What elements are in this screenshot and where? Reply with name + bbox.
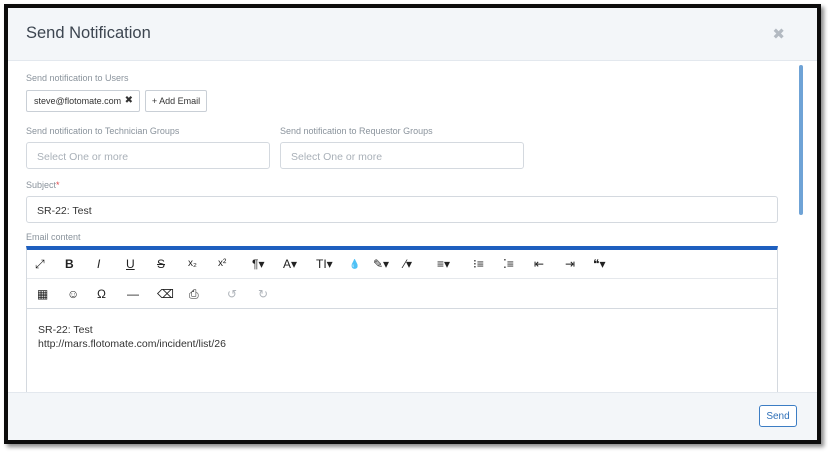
add-email-button[interactable]: + Add Email bbox=[145, 90, 207, 112]
subject-label: Subject* bbox=[26, 180, 60, 190]
undo-icon[interactable]: ↺ bbox=[227, 287, 237, 301]
font-family-icon[interactable]: A▾ bbox=[283, 257, 297, 271]
print-icon[interactable]: ⎙ bbox=[189, 287, 199, 301]
vertical-scrollbar[interactable] bbox=[799, 65, 803, 215]
quote-icon[interactable]: ❝▾ bbox=[593, 257, 605, 271]
send-notification-modal: Send Notification ✖ Send notification to… bbox=[4, 4, 821, 444]
indent-icon[interactable]: ⇥ bbox=[565, 257, 575, 271]
technician-groups-select[interactable]: Select One or more bbox=[26, 142, 270, 169]
editor-line: SR-22: Test bbox=[38, 324, 93, 336]
paragraph-format-icon[interactable]: ¶▾ bbox=[252, 257, 264, 271]
technician-groups-label: Send notification to Technician Groups bbox=[26, 126, 180, 136]
inline-style-icon[interactable]: ⁄▾ bbox=[404, 257, 412, 271]
close-icon[interactable]: ✖ bbox=[772, 25, 785, 43]
email-chip: steve@flotomate.com ✖ bbox=[26, 90, 140, 112]
subscript-icon[interactable]: x₂ bbox=[188, 257, 197, 271]
outdent-icon[interactable]: ⇤ bbox=[534, 257, 544, 271]
emoticon-icon[interactable]: ☺ bbox=[67, 287, 79, 301]
bold-icon[interactable]: B bbox=[65, 257, 74, 271]
send-button[interactable]: Send bbox=[759, 405, 797, 427]
editor-content[interactable]: SR-22: Test http://mars.flotomate.com/in… bbox=[38, 323, 226, 351]
editor-line: http://mars.flotomate.com/incident/list/… bbox=[38, 338, 226, 350]
subject-input[interactable]: SR-22: Test bbox=[26, 196, 778, 223]
superscript-icon[interactable]: x² bbox=[218, 257, 226, 271]
table-icon[interactable]: ▦ bbox=[37, 287, 48, 301]
clear-formatting-icon[interactable]: ⌫ bbox=[157, 287, 174, 301]
editor-toolbar-row-2: ▦ ☺ Ω — ⌫ ⎙ ↺ ↻ bbox=[27, 280, 777, 309]
ordered-list-icon[interactable]: ⁝≡ bbox=[473, 257, 484, 271]
requestor-groups-label: Send notification to Requestor Groups bbox=[280, 126, 433, 136]
underline-icon[interactable]: U bbox=[126, 257, 135, 271]
modal-header: Send Notification ✖ bbox=[8, 8, 817, 61]
fullscreen-icon[interactable]: ⤢ bbox=[35, 257, 45, 271]
align-icon[interactable]: ≡▾ bbox=[437, 257, 450, 271]
redo-icon[interactable]: ↻ bbox=[258, 287, 268, 301]
font-size-icon[interactable]: TI▾ bbox=[316, 257, 333, 271]
editor-toolbar-row-1: ⤢ B I U Sx₂ x² ¶▾ A▾ TI▾ 💧 ✎▾ ⁄▾ ≡▾ ⁝≡ ⁚≡ ⇤ ⇥ ❝▾ bbox=[27, 250, 777, 279]
requestor-groups-select[interactable]: Select One or more bbox=[280, 142, 524, 169]
unordered-list-icon[interactable]: ⁚≡ bbox=[503, 257, 514, 271]
italic-icon[interactable]: I bbox=[97, 257, 100, 271]
modal-footer: Send bbox=[8, 392, 817, 440]
modal-title: Send Notification bbox=[26, 24, 151, 42]
horizontal-line-icon[interactable]: — bbox=[127, 287, 139, 301]
special-characters-icon[interactable]: Ω bbox=[97, 287, 106, 301]
strikethrough-icon[interactable]: S bbox=[157, 257, 165, 271]
required-mark: * bbox=[56, 180, 60, 190]
background-color-icon[interactable]: ✎▾ bbox=[373, 257, 389, 271]
text-color-icon[interactable]: 💧 bbox=[349, 257, 360, 271]
email-chip-text: steve@flotomate.com bbox=[34, 96, 122, 106]
rich-text-editor: ⤢ B I U Sx₂ x² ¶▾ A▾ TI▾ 💧 ✎▾ ⁄▾ ≡▾ ⁝≡ ⁚≡ ⇤ ⇥ ❝▾ ▦ ☺ Ω — ⌫ ⎙ ↺ ↻… bbox=[26, 246, 778, 396]
remove-email-icon[interactable]: ✖ bbox=[125, 95, 133, 106]
email-content-label: Email content bbox=[26, 232, 81, 242]
users-label: Send notification to Users bbox=[26, 73, 129, 83]
subject-label-text: Subject bbox=[26, 180, 57, 190]
